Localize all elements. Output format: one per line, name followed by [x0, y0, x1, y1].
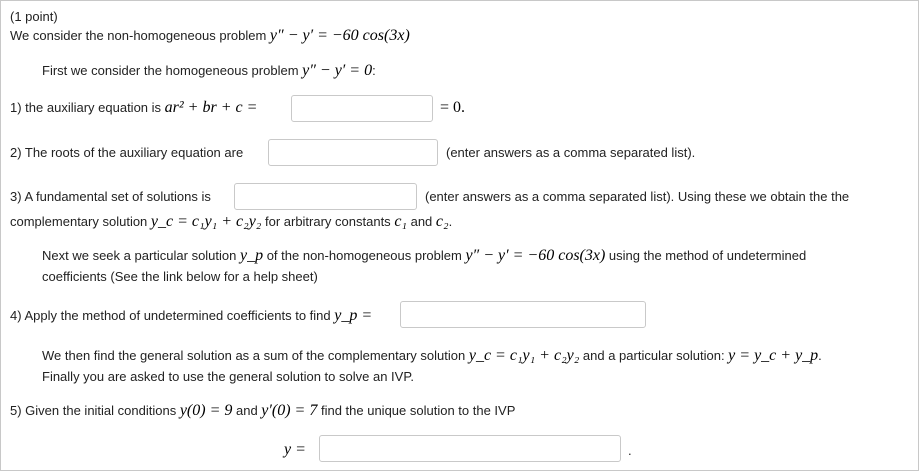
ivp-note: Finally you are asked to use the general… — [42, 369, 414, 384]
equals-zero-label: = 0. — [440, 99, 466, 116]
complementary-solution-text: complementary solution y_c = c₁y₁ + c₂y₂… — [10, 213, 453, 230]
auxiliary-equation-input[interactable] — [291, 95, 433, 122]
homogeneous-equation: y″ − y′ = 0 — [302, 62, 373, 79]
question-3-label: 3) A fundamental set of solutions is — [10, 189, 211, 204]
general-solution-eq: y = y_c + y_p — [728, 347, 819, 364]
roots-hint: (enter answers as a comma separated list… — [446, 145, 696, 160]
initial-condition-2: y′(0) = 7 — [261, 402, 318, 419]
question-2-label: 2) The roots of the auxiliary equation a… — [10, 145, 244, 160]
particular-solution-input[interactable] — [400, 301, 646, 328]
roots-input[interactable] — [268, 139, 438, 166]
auxiliary-equation-expression: ar² + br + c = — [164, 99, 258, 116]
general-solution-text: We then find the general solution as a s… — [42, 347, 822, 364]
fundamental-set-hint: (enter answers as a comma separated list… — [425, 189, 850, 204]
question-1-label: 1) the auxiliary equation is ar² + br + … — [10, 99, 258, 116]
points-label: (1 point) — [10, 9, 58, 24]
problem-statement: We consider the non-homogeneous problem … — [10, 27, 410, 44]
question-4-label: 4) Apply the method of undetermined coef… — [10, 307, 373, 324]
ivp-solution-label: y = — [284, 441, 306, 458]
problem-equation: y″ − y′ = −60 cos(3x) — [269, 27, 410, 44]
question-5-label: 5) Given the initial conditions y(0) = 9… — [10, 402, 516, 419]
initial-condition-1: y(0) = 9 — [179, 402, 233, 419]
ivp-solution-period: . — [628, 443, 632, 458]
ivp-solution-input[interactable] — [319, 435, 621, 462]
fundamental-set-input[interactable] — [234, 183, 417, 210]
help-sheet-note: coefficients (See the link below for a h… — [42, 269, 318, 284]
homogeneous-statement: First we consider the homogeneous proble… — [42, 62, 376, 79]
particular-solution-text: Next we seek a particular solution y_p o… — [42, 247, 807, 264]
complementary-solution-eq: y_c = c₁y₁ + c₂y₂ — [150, 213, 262, 230]
nonhomogeneous-equation: y″ − y′ = −60 cos(3x) — [465, 247, 606, 264]
